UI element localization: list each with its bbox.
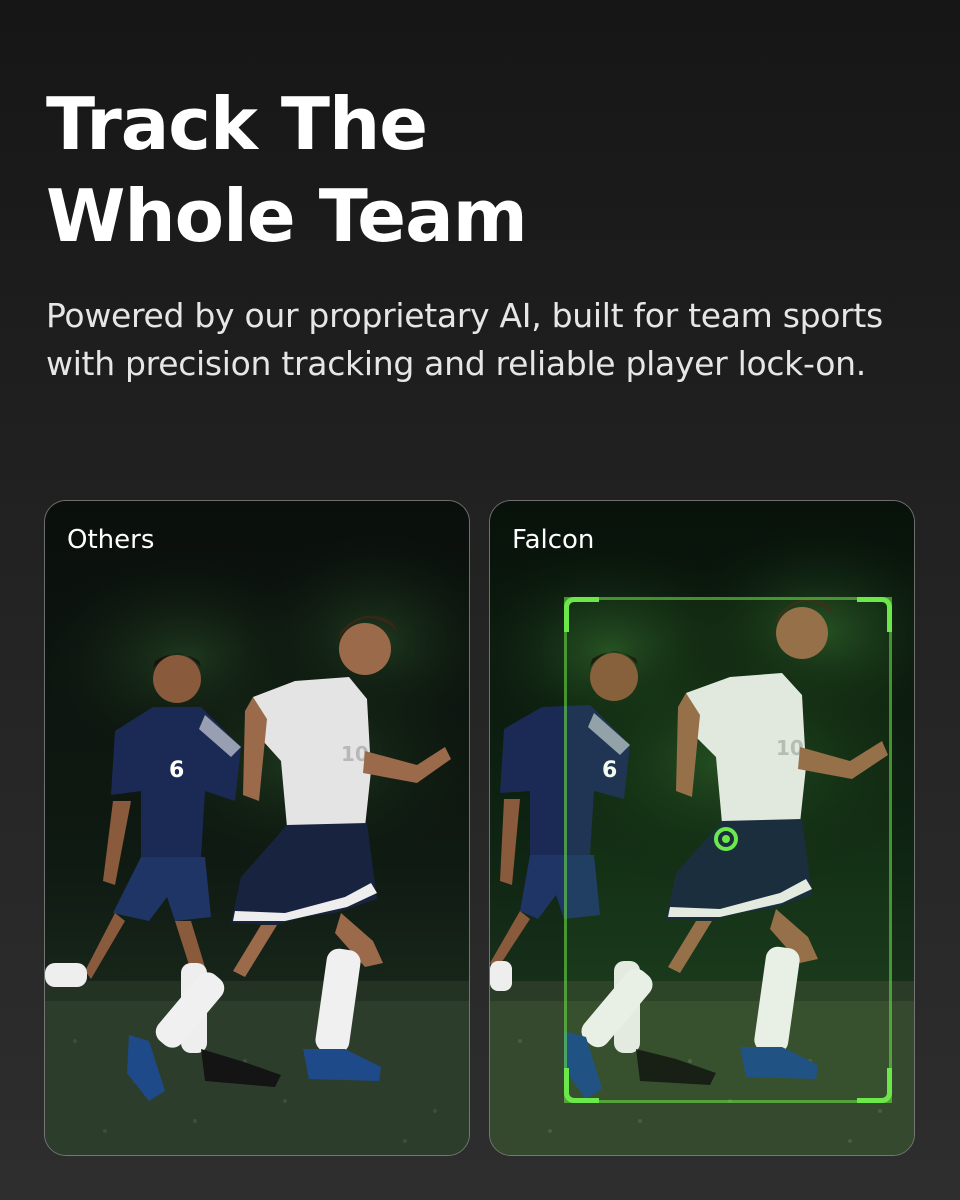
soccer-scene-image: 6 10 [45,501,469,1155]
comparison-panel-falcon: 6 10 Falcon [489,500,915,1156]
headline: Track The Whole Team [46,78,766,262]
subtitle: Powered by our proprietary AI, built for… [46,296,883,383]
panel-label-others: Others [67,525,155,555]
bracket-corner-icon [857,1068,892,1103]
comparison-panel-others: 6 10 Others [44,500,470,1156]
lock-on-target-icon [714,827,738,851]
bracket-corner-icon [857,597,892,632]
headline-line-1: Track The [46,82,428,166]
headline-line-2: Whole Team [46,174,528,258]
svg-text:6: 6 [169,758,184,783]
bracket-corner-icon [564,597,599,632]
bracket-corner-icon [564,1068,599,1103]
panel-label-falcon: Falcon [512,525,595,555]
